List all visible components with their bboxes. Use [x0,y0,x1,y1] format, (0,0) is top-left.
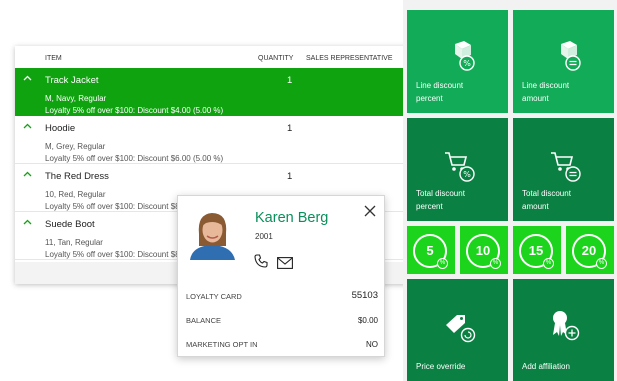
svg-text:%: % [463,59,471,68]
line-discount-percent-button[interactable]: % Line discount percent [407,10,508,113]
loyalty-card-row: LOYALTY CARD 55103 [186,290,378,306]
marketing-opt-in-label: MARKETING OPT IN [186,340,258,349]
customer-avatar [186,206,239,260]
cart-amount-icon [549,150,585,187]
item-discount: Loyalty 5% off over $100: Discount $6.00… [45,154,224,163]
total-discount-percent-label: Total discount percent [416,189,465,211]
column-header-quantity[interactable]: QUANTITY [258,55,293,62]
price-override-button[interactable]: Price override [407,279,508,381]
column-header-sales-rep[interactable]: SALES REPRESENTATIVE [306,55,393,62]
customer-card: Karen Berg 2001 LOYALTY CARD 55103 BALAN… [177,195,385,357]
customer-id: 2001 [255,232,273,241]
mail-icon[interactable] [277,256,293,269]
item-quantity: 1 [287,171,293,182]
quick-discount-20-button[interactable]: 20 % [566,226,614,274]
percent-icon: % [490,258,501,269]
phone-icon[interactable] [254,254,268,268]
customer-name[interactable]: Karen Berg [255,210,328,226]
close-icon[interactable] [364,204,376,217]
chevron-up-icon[interactable] [23,122,32,131]
chevron-up-icon[interactable] [23,218,32,227]
chevron-up-icon[interactable] [23,74,32,83]
action-panel: % Line discount percent Line discount amou… [403,0,617,381]
grid-header: ITEM QUANTITY SALES REPRESENTATIVE [15,46,407,68]
loyalty-card-value: 55103 [351,290,378,301]
ribbon-plus-icon [547,309,583,348]
item-variant: 10, Red, Regular [45,190,106,199]
item-name: Track Jacket [45,75,99,86]
add-affiliation-label: Add affiliation [522,361,570,371]
quick-discount-15-button[interactable]: 15 % [513,226,561,274]
chevron-up-icon[interactable] [23,170,32,179]
cart-percent-icon: % [443,150,479,187]
item-variant: 11, Tan, Regular [45,238,103,247]
quick-discount-10-button[interactable]: 10 % [460,226,508,274]
table-row[interactable]: Track Jacket 1 M, Navy, Regular Loyalty 5% … [15,68,407,116]
percent-icon: % [543,258,554,269]
total-discount-amount-button[interactable]: Total discount amount [513,118,614,221]
tag-icon [443,313,477,348]
percent-icon: % [596,258,607,269]
price-override-label: Price override [416,361,466,371]
box-amount-icon [551,40,585,77]
balance-row: BALANCE $0.00 [186,316,378,330]
total-discount-amount-label: Total discount amount [522,189,571,211]
box-percent-icon: % [445,40,479,77]
item-variant: M, Grey, Regular [45,142,106,151]
item-discount: Loyalty 5% off over $100: Discount $4.00… [45,106,224,115]
percent-icon: % [437,258,448,269]
add-affiliation-button[interactable]: Add affiliation [513,279,614,381]
item-name: Hoodie [45,123,76,134]
balance-value: $0.00 [357,316,378,325]
line-discount-amount-button[interactable]: Line discount amount [513,10,614,113]
quick-discount-5-button[interactable]: 5 % [407,226,455,274]
item-quantity: 1 [287,123,293,134]
column-header-item[interactable]: ITEM [45,55,62,62]
balance-label: BALANCE [186,316,222,325]
item-name: Suede Boot [45,219,95,230]
item-name: The Red Dress [45,171,109,182]
svg-text:%: % [463,170,471,179]
line-discount-amount-label: Line discount amount [522,81,570,103]
marketing-opt-in-value: NO [366,340,378,349]
total-discount-percent-button[interactable]: % Total discount percent [407,118,508,221]
loyalty-card-label: LOYALTY CARD [186,292,242,301]
marketing-opt-in-row: MARKETING OPT IN NO [186,340,378,354]
line-discount-percent-label: Line discount percent [416,81,464,103]
item-variant: M, Navy, Regular [45,94,107,103]
item-quantity: 1 [287,75,293,86]
pos-screen: ITEM QUANTITY SALES REPRESENTATIVE Track… [0,0,617,381]
table-row[interactable]: Hoodie 1 M, Grey, Regular Loyalty 5% off ov… [15,116,407,164]
